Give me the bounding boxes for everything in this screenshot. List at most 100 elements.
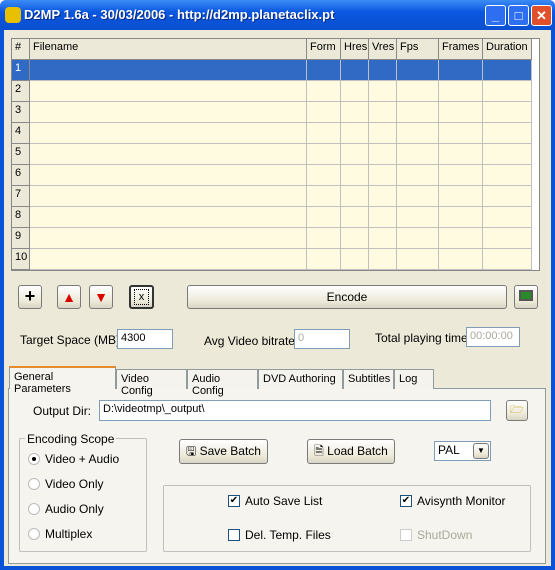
grid-cell[interactable] (483, 81, 532, 102)
browse-folder-button[interactable]: 🗁 (506, 400, 528, 421)
radio-button[interactable] (28, 528, 40, 540)
grid-cell[interactable] (30, 144, 307, 165)
grid-cell[interactable] (307, 60, 341, 81)
grid-cell[interactable] (30, 165, 307, 186)
grid-cell[interactable] (397, 123, 439, 144)
grid-cell[interactable] (341, 123, 369, 144)
radio-label[interactable]: Audio Only (45, 502, 104, 516)
grid-cell[interactable] (483, 102, 532, 123)
grid-cell[interactable] (30, 81, 307, 102)
tab[interactable]: General Parameters (9, 366, 116, 395)
grid-cell[interactable] (439, 144, 483, 165)
grid-cell[interactable] (483, 186, 532, 207)
column-header[interactable]: Filename (30, 39, 307, 60)
grid-cell[interactable] (369, 186, 397, 207)
grid-cell[interactable] (369, 102, 397, 123)
radio-button[interactable] (28, 453, 40, 465)
grid-cell[interactable] (341, 81, 369, 102)
grid-cell[interactable] (439, 186, 483, 207)
grid-cell[interactable] (369, 228, 397, 249)
grid-cell[interactable] (30, 102, 307, 123)
radio-label[interactable]: Video Only (45, 477, 103, 491)
grid-cell[interactable] (483, 123, 532, 144)
grid-cell[interactable] (397, 186, 439, 207)
row-number[interactable]: 10 (12, 249, 30, 270)
grid-cell[interactable] (483, 144, 532, 165)
grid-cell[interactable] (397, 81, 439, 102)
add-file-button[interactable]: + (18, 285, 42, 309)
save-batch-button[interactable]: 🖫 Save Batch (179, 439, 268, 464)
grid-cell[interactable] (307, 228, 341, 249)
column-header[interactable]: # (12, 39, 30, 60)
grid-cell[interactable] (30, 207, 307, 228)
column-header[interactable]: Hres (341, 39, 369, 60)
checkbox[interactable] (228, 529, 240, 541)
radio-label[interactable]: Multiplex (45, 527, 92, 541)
column-header[interactable]: Vres (369, 39, 397, 60)
file-grid[interactable]: # Filename Form Hres Vres Fps Frames Duration 1 2… (11, 38, 540, 271)
grid-cell[interactable] (307, 81, 341, 102)
grid-cell[interactable] (307, 144, 341, 165)
grid-cell[interactable] (439, 165, 483, 186)
grid-cell[interactable] (307, 249, 341, 270)
grid-cell[interactable] (483, 249, 532, 270)
output-dir-input[interactable]: D:\videotmp\_output\ (99, 400, 491, 421)
grid-cell[interactable] (307, 186, 341, 207)
grid-cell[interactable] (439, 228, 483, 249)
grid-cell[interactable] (397, 228, 439, 249)
video-format-select[interactable]: PAL ▼ (434, 441, 491, 461)
grid-cell[interactable] (483, 228, 532, 249)
tab[interactable]: Subtitles (343, 369, 394, 389)
grid-cell[interactable] (483, 60, 532, 81)
grid-cell[interactable] (341, 144, 369, 165)
grid-cell[interactable] (369, 144, 397, 165)
encode-button[interactable]: Encode (187, 285, 507, 309)
row-number[interactable]: 7 (12, 186, 30, 207)
grid-cell[interactable] (369, 207, 397, 228)
grid-cell[interactable] (369, 165, 397, 186)
grid-cell[interactable] (307, 207, 341, 228)
grid-cell[interactable] (341, 165, 369, 186)
grid-cell[interactable] (341, 249, 369, 270)
grid-cell[interactable] (369, 60, 397, 81)
radio-label[interactable]: Video + Audio (45, 452, 119, 466)
maximize-button[interactable]: □ (508, 5, 529, 26)
row-number[interactable]: 8 (12, 207, 30, 228)
grid-cell[interactable] (397, 60, 439, 81)
move-up-button[interactable]: ▲ (57, 285, 81, 309)
column-header[interactable]: Form (307, 39, 341, 60)
grid-cell[interactable] (30, 123, 307, 144)
grid-cell[interactable] (397, 207, 439, 228)
row-number[interactable]: 1 (12, 60, 30, 81)
monitor-button[interactable] (514, 285, 538, 309)
grid-cell[interactable] (307, 165, 341, 186)
grid-cell[interactable] (397, 165, 439, 186)
remove-file-button[interactable]: x (129, 285, 154, 309)
grid-cell[interactable] (341, 102, 369, 123)
radio-button[interactable] (28, 503, 40, 515)
grid-cell[interactable] (307, 102, 341, 123)
move-down-button[interactable]: ▼ (89, 285, 113, 309)
grid-cell[interactable] (397, 144, 439, 165)
grid-cell[interactable] (30, 249, 307, 270)
minimize-button[interactable]: _ (485, 5, 506, 26)
grid-cell[interactable] (397, 102, 439, 123)
grid-cell[interactable] (307, 123, 341, 144)
grid-cell[interactable] (439, 81, 483, 102)
column-header[interactable]: Duration (483, 39, 532, 60)
tab[interactable]: Video Config (116, 369, 187, 397)
grid-cell[interactable] (483, 165, 532, 186)
row-number[interactable]: 4 (12, 123, 30, 144)
grid-cell[interactable] (483, 207, 532, 228)
grid-cell[interactable] (397, 249, 439, 270)
row-number[interactable]: 3 (12, 102, 30, 123)
grid-cell[interactable] (30, 60, 307, 81)
grid-cell[interactable] (369, 123, 397, 144)
close-button[interactable]: ✕ (531, 5, 552, 26)
row-number[interactable]: 2 (12, 81, 30, 102)
checkbox[interactable]: ✔ (228, 495, 240, 507)
tab[interactable]: Audio Config (187, 369, 258, 397)
grid-cell[interactable] (369, 81, 397, 102)
grid-cell[interactable] (341, 60, 369, 81)
grid-cell[interactable] (30, 228, 307, 249)
